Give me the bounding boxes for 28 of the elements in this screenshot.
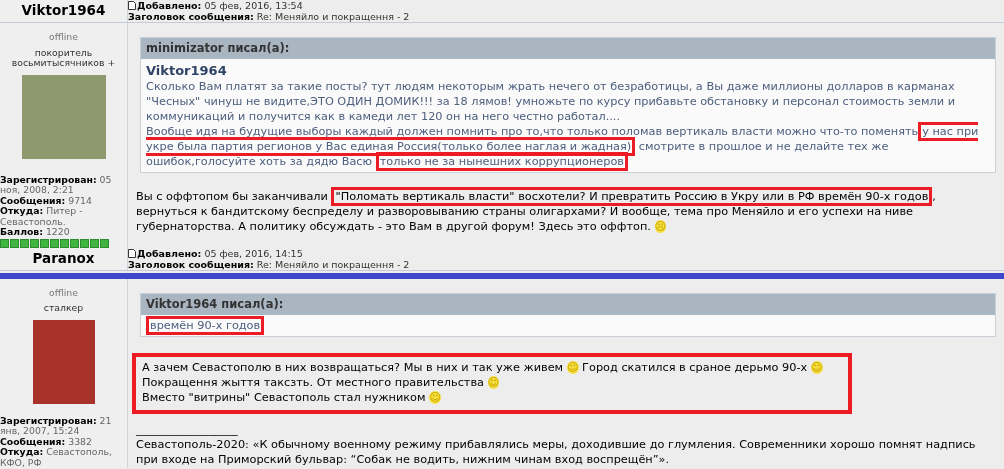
signature-text: Севастополь-2020: «К обычному военному режиму прибавлялись меры, доходившие до глумления. Современники хорошо помнят надпись при входе на Приморский бульвар: “Собак не водить, нижним чинам вход воспрещён”».: [136, 436, 977, 467]
message-text: А зачем Севастополю в них возвращаться? Мы в них и так уже живем ☺ Город скатился в сраное дерьмо 90-х ☺: [142, 359, 824, 375]
quote-text: Сколько Вам платят за такие посты? тут людям некоторым жрать нечего от безработицы, а Вы даже миллионы долларов в карманах "Чесных" чинуш не видите,ЭТО ОДИН ДОМИК!!! за 18 лямов! умножьте по курсу прибавьте обстановку и персонал стоимость земли и коммуникаций и получится как в камеди лет 120 он на него честно работал....: [146, 79, 957, 124]
profile-field: Сообщения: 3382: [0, 436, 127, 447]
message-text: Покращення жыття таксзть. От местного правительства ☺: [142, 374, 501, 390]
quote-author: Viktor1964: [146, 62, 228, 79]
post-date: Добавлено: 05 фев, 2016, 13:54: [137, 0, 303, 11]
quote-text: времён 90-х годов: [146, 317, 990, 333]
online-status: offline: [48, 287, 79, 298]
online-status: offline: [48, 32, 79, 43]
quote-header: Viktor1964 писал(а):: [141, 293, 995, 315]
profile-field: Зарегистрирован: 05 ноя, 2008, 2:21: [0, 174, 127, 196]
profile-field: Откуда: Севастополь, КФО, РФ: [0, 447, 127, 468]
profile-field: Откуда: Питер - Севастополь.: [0, 206, 127, 227]
signature-rule: __________________: [136, 421, 239, 437]
author-name: Paranox: [31, 248, 96, 268]
post-date: Добавлено: 05 фев, 2016, 14:15: [137, 247, 303, 259]
quote-header: minimizator писал(а):: [141, 38, 995, 59]
author-name: Viktor1964: [20, 1, 107, 20]
message-text: Вы с оффтопом бы заканчивали "Поломать вертикаль власти" восхотели? И превратить Россию в Укру или в РФ времён 90-х годов , вернуться к бандитскому беспределу и разворовыванию страны олигархами? И вообще, тема про Меняйло и его успехи на ниве губернаторства. А политику обсуждать - это Вам в другой форум! Здесь это оффтоп. ☹: [136, 189, 1000, 234]
post-subject: Заголовок сообщения: Re: Меняйло и покращення - 2: [128, 11, 411, 22]
message-text: Вместо "витрины" Севастополь стал нужником ☺: [142, 389, 442, 405]
profile-field: Баллов: 1220: [0, 227, 127, 238]
user-rank: покоритель восьмитысячников +: [10, 47, 117, 69]
profile-field: Зарегистрирован: 21 янв, 2007, 15:24: [0, 415, 127, 437]
user-rank: сталкер: [42, 303, 85, 314]
post-subject: Заголовок сообщения: Re: Меняйло и покращення - 2: [128, 258, 411, 270]
profile-field: Сообщения: 9714: [0, 195, 127, 206]
